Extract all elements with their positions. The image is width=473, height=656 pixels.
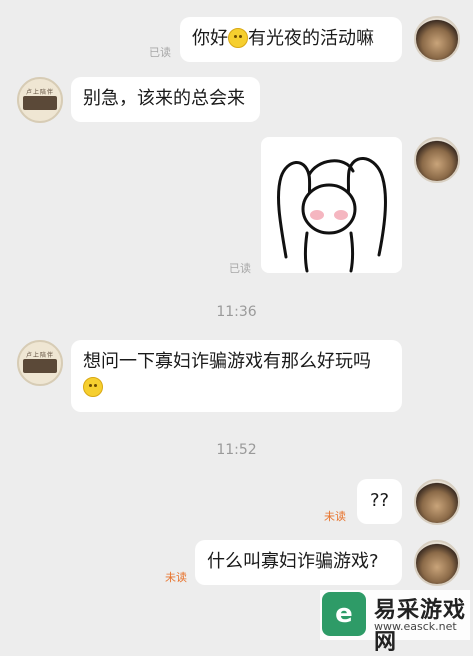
unread-status: 未读 <box>165 571 187 584</box>
sticker-image[interactable] <box>261 137 402 273</box>
avatar[interactable]: 卢上陪伴 <box>17 340 63 386</box>
timestamp: 11:36 <box>216 304 257 320</box>
watermark: e 易采游戏网 www.easck.net <box>320 590 470 655</box>
avatar[interactable]: 卢上陪伴 <box>17 77 63 123</box>
timestamp: 11:52 <box>216 442 257 458</box>
avatar-text: 卢上陪伴 <box>25 89 54 96</box>
read-status: 已读 <box>229 262 251 275</box>
message-text: 别急，该来的总会来 <box>83 88 245 109</box>
thinking-emoji-icon <box>83 377 103 397</box>
smiley-emoji-icon <box>228 28 248 48</box>
unread-status: 未读 <box>324 510 346 523</box>
watermark-logo-icon: e <box>322 592 366 636</box>
message-text: 想问一下寡妇诈骗游戏有那么好玩吗 <box>83 351 371 372</box>
message-text: ?? <box>369 490 390 511</box>
message-bubble-incoming[interactable]: 想问一下寡妇诈骗游戏有那么好玩吗 <box>71 340 402 412</box>
message-bubble-outgoing[interactable]: ?? <box>357 479 402 524</box>
avatar[interactable] <box>414 137 460 183</box>
message-text: 有光夜的活动嘛 <box>248 28 374 49</box>
message-text: 你好 <box>192 28 228 49</box>
raised-arms-sticker-icon <box>276 157 387 273</box>
read-status: 已读 <box>149 46 171 59</box>
avatar[interactable] <box>414 479 460 525</box>
avatar[interactable] <box>414 16 460 62</box>
message-bubble-outgoing[interactable]: 你好 有光夜的活动嘛 <box>180 17 402 62</box>
avatar[interactable] <box>414 540 460 586</box>
avatar-text: 卢上陪伴 <box>25 352 54 359</box>
message-bubble-incoming[interactable]: 别急，该来的总会来 <box>71 77 260 122</box>
watermark-url: www.easck.net <box>374 620 457 633</box>
message-text: 什么叫寡妇诈骗游戏? <box>207 551 379 572</box>
message-bubble-outgoing[interactable]: 什么叫寡妇诈骗游戏? <box>195 540 402 585</box>
